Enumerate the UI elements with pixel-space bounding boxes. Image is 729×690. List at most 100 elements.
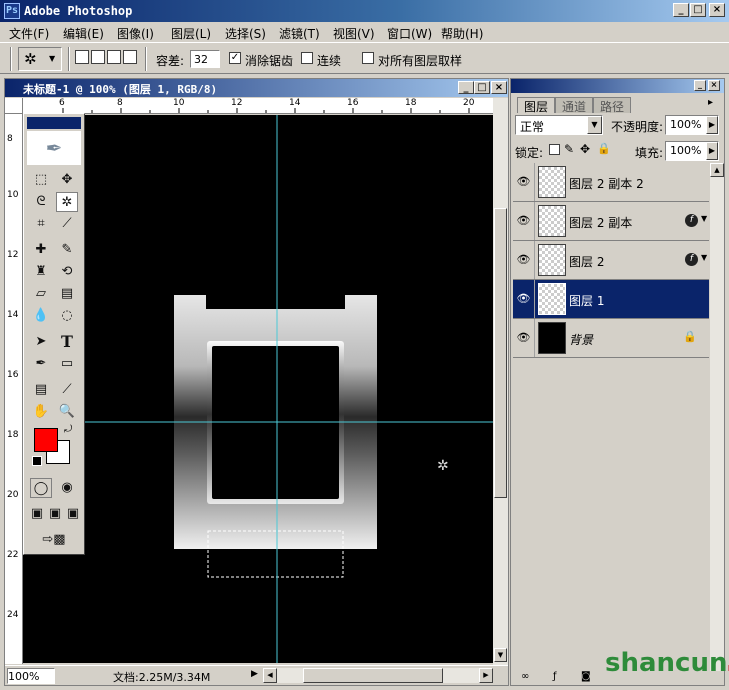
info-menu-arrow-icon[interactable]: ▶ — [251, 669, 258, 679]
add-layer-style-icon[interactable]: ƒ — [553, 671, 557, 682]
menu-image[interactable]: 图像(I) — [117, 25, 154, 42]
foreground-color-swatch-top[interactable] — [34, 428, 58, 452]
doc-maximize-button[interactable]: □ — [474, 81, 490, 94]
opacity-arrow-icon[interactable]: ▶ — [706, 116, 718, 134]
marquee-tool-icon[interactable]: ⬚ — [30, 170, 52, 190]
maximize-button[interactable]: □ — [690, 3, 706, 17]
swap-colors-icon[interactable]: ⤾ — [64, 424, 72, 435]
menu-select[interactable]: 选择(S) — [225, 25, 266, 42]
screen-mode-full-icon[interactable]: ▣ — [64, 504, 82, 524]
menu-layer[interactable]: 图层(L) — [171, 25, 211, 42]
healing-brush-tool-icon[interactable]: ✚ — [30, 240, 52, 260]
path-selection-tool-icon[interactable]: ➤ — [30, 332, 52, 352]
menu-help[interactable]: 帮助(H) — [441, 25, 483, 42]
magic-wand-tool-icon[interactable]: ✲ — [56, 192, 78, 212]
lasso-tool-icon[interactable]: ᘓ — [30, 192, 52, 212]
default-colors-icon[interactable] — [32, 456, 42, 466]
lock-pixels-icon[interactable]: ✎ — [564, 142, 574, 156]
lock-position-icon[interactable]: ✥ — [580, 142, 590, 156]
scroll-right-arrow-icon[interactable]: ▶ — [479, 668, 493, 683]
layers-scrollbar[interactable]: ▲ — [710, 163, 724, 671]
visibility-eye-icon[interactable]: 👁 — [513, 319, 535, 357]
tab-layers[interactable]: 图层 — [517, 97, 556, 114]
gradient-tool-icon[interactable]: ▤ — [56, 284, 78, 304]
palette-close-button[interactable]: × — [708, 80, 720, 91]
crop-tool-icon[interactable]: ⌗ — [30, 214, 52, 234]
link-layers-icon[interactable]: ∞ — [521, 671, 529, 682]
visibility-eye-icon[interactable]: 👁 — [513, 241, 535, 279]
chevron-down-icon[interactable]: ▼ — [587, 116, 602, 134]
add-selection-mode[interactable] — [91, 50, 105, 64]
dodge-tool-icon[interactable]: ◌ — [56, 306, 78, 326]
type-tool-icon[interactable]: T — [56, 332, 78, 352]
toolbox-titlebar[interactable] — [27, 117, 81, 129]
standard-mode-icon[interactable]: ◯ — [30, 478, 52, 498]
feather-logo-icon[interactable]: ✒ — [27, 131, 81, 165]
h-scroll-thumb[interactable] — [303, 668, 443, 683]
clone-stamp-tool-icon[interactable]: ♜ — [30, 262, 52, 282]
options-grip[interactable] — [10, 47, 12, 71]
brush-tool-icon[interactable]: ✎ — [56, 240, 78, 260]
zoom-input[interactable] — [7, 668, 55, 684]
vertical-scrollbar[interactable]: ▼ — [493, 98, 508, 665]
lock-all-icon[interactable]: 🔒 — [597, 142, 611, 155]
layer-row[interactable]: 👁 背景 🔒 — [513, 319, 709, 358]
document-canvas[interactable]: ✲ — [23, 115, 493, 663]
tab-channels[interactable]: 通道 — [555, 97, 594, 114]
move-tool-icon[interactable]: ✥ — [56, 170, 78, 190]
layer-row-selected[interactable]: 👁 图层 1 — [513, 280, 709, 319]
add-mask-icon[interactable]: ◙ — [581, 671, 591, 682]
jump-to-imageready-icon[interactable]: ⇨▩ — [32, 530, 76, 550]
doc-close-button[interactable]: × — [491, 81, 507, 94]
layer-row[interactable]: 👁 图层 2 副本 f ▼ — [513, 202, 709, 241]
quick-mask-mode-icon[interactable]: ◉ — [56, 478, 78, 498]
palette-minimize-button[interactable]: _ — [694, 80, 706, 91]
subtract-selection-mode[interactable] — [107, 50, 121, 64]
expand-effects-icon[interactable]: ▼ — [701, 214, 707, 223]
menu-file[interactable]: 文件(F) — [9, 25, 49, 42]
menu-edit[interactable]: 编辑(E) — [63, 25, 104, 42]
history-brush-tool-icon[interactable]: ⟲ — [56, 262, 78, 282]
new-selection-mode[interactable] — [75, 50, 89, 64]
slice-tool-icon[interactable]: ⟋ — [56, 214, 78, 234]
screen-mode-standard-icon[interactable]: ▣ — [28, 504, 46, 524]
tolerance-input[interactable] — [190, 50, 220, 68]
contiguous-checkbox[interactable] — [301, 52, 313, 64]
eyedropper-tool-icon[interactable]: ⟋ — [56, 380, 78, 400]
blend-mode-select[interactable]: 正常 ▼ — [515, 115, 603, 135]
doc-minimize-button[interactable]: _ — [458, 81, 474, 94]
visibility-eye-icon[interactable]: 👁 — [513, 280, 535, 318]
document-info[interactable]: 文档:2.25M/3.34M — [113, 669, 210, 685]
scroll-thumb[interactable] — [494, 208, 507, 498]
notes-tool-icon[interactable]: ▤ — [30, 380, 52, 400]
lock-transparency-icon[interactable] — [549, 144, 560, 155]
anti-alias-checkbox[interactable]: ✓ — [229, 52, 241, 64]
screen-mode-full-menu-icon[interactable]: ▣ — [46, 504, 64, 524]
expand-effects-icon[interactable]: ▼ — [701, 253, 707, 262]
tab-paths[interactable]: 路径 — [593, 97, 632, 114]
all-layers-checkbox[interactable] — [362, 52, 374, 64]
tool-preset-picker[interactable]: ✲ ▼ — [18, 47, 62, 71]
minimize-button[interactable]: _ — [673, 3, 689, 17]
horizontal-scrollbar[interactable]: ◀ ▶ — [263, 668, 493, 683]
layer-row[interactable]: 👁 图层 2 副本 2 — [513, 163, 709, 202]
pen-tool-icon[interactable]: ✒ — [30, 354, 52, 374]
fill-arrow-icon[interactable]: ▶ — [706, 142, 718, 160]
scroll-left-arrow-icon[interactable]: ◀ — [263, 668, 277, 683]
layer-effects-icon[interactable]: f — [685, 253, 698, 266]
palette-menu-icon[interactable]: ▸ — [708, 97, 713, 108]
scroll-down-arrow-icon[interactable]: ▼ — [494, 648, 507, 662]
visibility-eye-icon[interactable]: 👁 — [513, 163, 535, 201]
zoom-tool-icon[interactable]: 🔍 — [56, 402, 78, 422]
visibility-eye-icon[interactable]: 👁 — [513, 202, 535, 240]
menu-window[interactable]: 窗口(W) — [387, 25, 432, 42]
hand-tool-icon[interactable]: ✋ — [30, 402, 52, 422]
fill-input[interactable]: 100% ▶ — [665, 141, 719, 161]
shape-tool-icon[interactable]: ▭ — [56, 354, 78, 374]
menu-view[interactable]: 视图(V) — [333, 25, 375, 42]
layer-effects-icon[interactable]: f — [685, 214, 698, 227]
menu-filter[interactable]: 滤镜(T) — [279, 25, 320, 42]
palette-titlebar[interactable]: _ × — [511, 79, 724, 93]
scroll-up-arrow-icon[interactable]: ▲ — [710, 163, 724, 177]
document-titlebar[interactable]: 未标题-1 @ 100% (图层 1, RGB/8) _ □ × — [5, 79, 508, 97]
